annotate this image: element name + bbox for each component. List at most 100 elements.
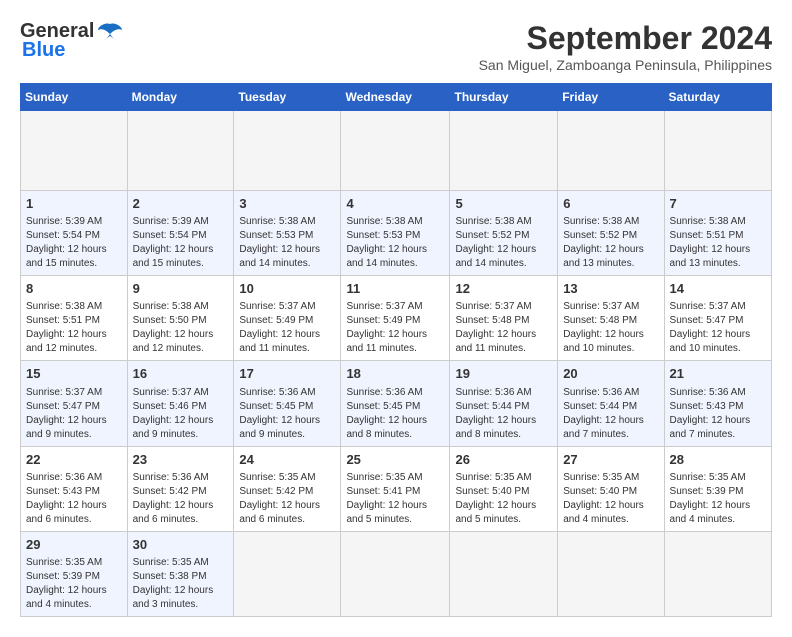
day-number: 19 — [455, 365, 552, 383]
header-thursday: Thursday — [450, 84, 558, 111]
day-info: Sunrise: 5:37 AMSunset: 5:46 PMDaylight:… — [133, 386, 229, 442]
day-number: 20 — [563, 365, 658, 383]
day-number: 27 — [563, 451, 658, 469]
table-row — [127, 111, 234, 191]
day-number: 2 — [133, 195, 229, 213]
table-row: 17Sunrise: 5:36 AMSunset: 5:45 PMDayligh… — [234, 361, 341, 446]
day-number: 3 — [239, 195, 335, 213]
day-number: 30 — [133, 536, 229, 554]
day-info: Sunrise: 5:37 AMSunset: 5:49 PMDaylight:… — [346, 300, 444, 356]
table-row: 27 Sunrise: 5:35 AMSunset: 5:40 PMDayligh… — [558, 446, 664, 531]
table-row — [234, 531, 341, 616]
day-number: 21 — [670, 365, 766, 383]
table-row: 19 Sunrise: 5:36 AMSunset: 5:44 PMDayligh… — [450, 361, 558, 446]
table-row: 7 Sunrise: 5:38 AMSunset: 5:51 PMDaylight… — [664, 191, 771, 276]
table-row: 20Sunrise: 5:36 AMSunset: 5:44 PMDayligh… — [558, 361, 664, 446]
calendar-week-2: 8 Sunrise: 5:38 AMSunset: 5:51 PMDaylight… — [21, 276, 772, 361]
day-number: 11 — [346, 280, 444, 298]
day-number: 13 — [563, 280, 658, 298]
table-row: 10Sunrise: 5:37 AMSunset: 5:49 PMDayligh… — [234, 276, 341, 361]
day-info: Sunrise: 5:36 AMSunset: 5:45 PMDaylight:… — [239, 386, 335, 442]
day-number: 16 — [133, 365, 229, 383]
table-row — [664, 531, 771, 616]
day-number: 23 — [133, 451, 229, 469]
day-info: Sunrise: 5:38 AMSunset: 5:51 PMDaylight:… — [26, 300, 122, 356]
day-number: 14 — [670, 280, 766, 298]
table-row: 13Sunrise: 5:37 AMSunset: 5:48 PMDayligh… — [558, 276, 664, 361]
table-row — [450, 111, 558, 191]
day-info: Sunrise: 5:36 AMSunset: 5:44 PMDaylight:… — [455, 386, 552, 442]
day-number: 4 — [346, 195, 444, 213]
table-row: 14 Sunrise: 5:37 AMSunset: 5:47 PMDayligh… — [664, 276, 771, 361]
table-row: 21 Sunrise: 5:36 AMSunset: 5:43 PMDayligh… — [664, 361, 771, 446]
table-row — [664, 111, 771, 191]
calendar-week-4: 22 Sunrise: 5:36 AMSunset: 5:43 PMDayligh… — [21, 446, 772, 531]
logo: General Blue — [20, 20, 124, 62]
day-number: 6 — [563, 195, 658, 213]
table-row: 24Sunrise: 5:35 AMSunset: 5:42 PMDayligh… — [234, 446, 341, 531]
day-info: Sunrise: 5:38 AMSunset: 5:52 PMDaylight:… — [563, 215, 658, 271]
table-row: 29Sunrise: 5:35 AMSunset: 5:39 PMDayligh… — [21, 531, 128, 616]
day-number: 7 — [670, 195, 766, 213]
day-info: Sunrise: 5:38 AMSunset: 5:53 PMDaylight:… — [346, 215, 444, 271]
day-info: Sunrise: 5:35 AMSunset: 5:39 PMDaylight:… — [26, 556, 122, 612]
day-info: Sunrise: 5:36 AMSunset: 5:43 PMDaylight:… — [26, 471, 122, 527]
calendar-week-5: 29Sunrise: 5:35 AMSunset: 5:39 PMDayligh… — [21, 531, 772, 616]
table-row: 8 Sunrise: 5:38 AMSunset: 5:51 PMDaylight… — [21, 276, 128, 361]
day-info: Sunrise: 5:35 AMSunset: 5:40 PMDaylight:… — [455, 471, 552, 527]
table-row: 4 Sunrise: 5:38 AMSunset: 5:53 PMDaylight… — [341, 191, 450, 276]
day-info: Sunrise: 5:37 AMSunset: 5:47 PMDaylight:… — [26, 386, 122, 442]
day-number: 26 — [455, 451, 552, 469]
day-number: 25 — [346, 451, 444, 469]
table-row: 9Sunrise: 5:38 AMSunset: 5:50 PMDaylight… — [127, 276, 234, 361]
table-row: 5 Sunrise: 5:38 AMSunset: 5:52 PMDaylight… — [450, 191, 558, 276]
day-number: 15 — [26, 365, 122, 383]
table-row: 1Sunrise: 5:39 AMSunset: 5:54 PMDaylight… — [21, 191, 128, 276]
calendar-week-1: 1Sunrise: 5:39 AMSunset: 5:54 PMDaylight… — [21, 191, 772, 276]
logo-bird-icon — [96, 22, 124, 42]
table-row: 30Sunrise: 5:35 AMSunset: 5:38 PMDayligh… — [127, 531, 234, 616]
day-info: Sunrise: 5:35 AMSunset: 5:42 PMDaylight:… — [239, 471, 335, 527]
day-info: Sunrise: 5:36 AMSunset: 5:43 PMDaylight:… — [670, 386, 766, 442]
day-info: Sunrise: 5:37 AMSunset: 5:48 PMDaylight:… — [455, 300, 552, 356]
header-saturday: Saturday — [664, 84, 771, 111]
table-row — [341, 111, 450, 191]
day-info: Sunrise: 5:37 AMSunset: 5:47 PMDaylight:… — [670, 300, 766, 356]
table-row: 3 Sunrise: 5:38 AMSunset: 5:53 PMDaylight… — [234, 191, 341, 276]
day-info: Sunrise: 5:38 AMSunset: 5:53 PMDaylight:… — [239, 215, 335, 271]
calendar-header-row: Sunday Monday Tuesday Wednesday Thursday… — [21, 84, 772, 111]
header-friday: Friday — [558, 84, 664, 111]
table-row — [558, 111, 664, 191]
day-number: 28 — [670, 451, 766, 469]
logo-blue: Blue — [20, 39, 65, 62]
table-row: 15 Sunrise: 5:37 AMSunset: 5:47 PMDayligh… — [21, 361, 128, 446]
table-row: 23 Sunrise: 5:36 AMSunset: 5:42 PMDayligh… — [127, 446, 234, 531]
day-info: Sunrise: 5:36 AMSunset: 5:45 PMDaylight:… — [346, 386, 444, 442]
header-wednesday: Wednesday — [341, 84, 450, 111]
day-number: 22 — [26, 451, 122, 469]
calendar-week-0 — [21, 111, 772, 191]
day-info: Sunrise: 5:38 AMSunset: 5:52 PMDaylight:… — [455, 215, 552, 271]
day-info: Sunrise: 5:38 AMSunset: 5:50 PMDaylight:… — [133, 300, 229, 356]
table-row — [21, 111, 128, 191]
day-number: 12 — [455, 280, 552, 298]
table-row: 22 Sunrise: 5:36 AMSunset: 5:43 PMDayligh… — [21, 446, 128, 531]
table-row — [558, 531, 664, 616]
title-area: September 2024 San Miguel, Zamboanga Pen… — [479, 20, 772, 73]
table-row: 6 Sunrise: 5:38 AMSunset: 5:52 PMDaylight… — [558, 191, 664, 276]
table-row: 28 Sunrise: 5:35 AMSunset: 5:39 PMDayligh… — [664, 446, 771, 531]
month-year-title: September 2024 — [479, 20, 772, 57]
header-tuesday: Tuesday — [234, 84, 341, 111]
table-row: 2 Sunrise: 5:39 AMSunset: 5:54 PMDaylight… — [127, 191, 234, 276]
day-info: Sunrise: 5:35 AMSunset: 5:40 PMDaylight:… — [563, 471, 658, 527]
day-info: Sunrise: 5:38 AMSunset: 5:51 PMDaylight:… — [670, 215, 766, 271]
day-info: Sunrise: 5:35 AMSunset: 5:39 PMDaylight:… — [670, 471, 766, 527]
day-info: Sunrise: 5:39 AMSunset: 5:54 PMDaylight:… — [133, 215, 229, 271]
day-info: Sunrise: 5:39 AMSunset: 5:54 PMDaylight:… — [26, 215, 122, 271]
day-info: Sunrise: 5:35 AMSunset: 5:41 PMDaylight:… — [346, 471, 444, 527]
location-subtitle: San Miguel, Zamboanga Peninsula, Philipp… — [479, 57, 772, 73]
day-number: 5 — [455, 195, 552, 213]
day-info: Sunrise: 5:36 AMSunset: 5:42 PMDaylight:… — [133, 471, 229, 527]
table-row: 11 Sunrise: 5:37 AMSunset: 5:49 PMDayligh… — [341, 276, 450, 361]
day-number: 8 — [26, 280, 122, 298]
